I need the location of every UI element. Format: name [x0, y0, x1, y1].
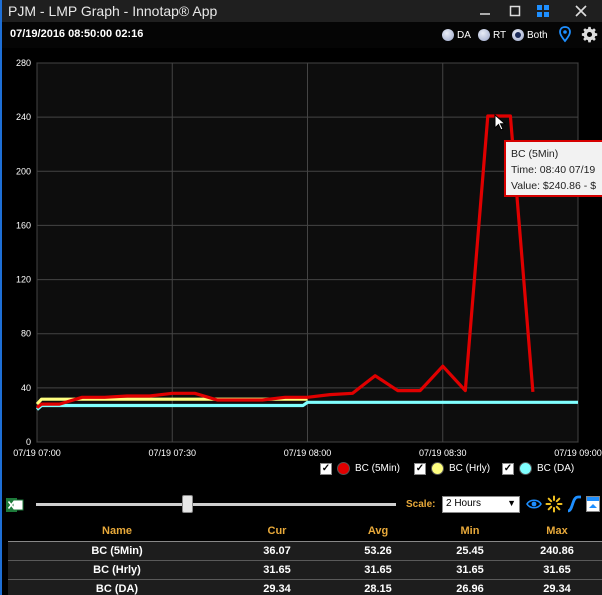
- radio-rt-label: RT: [493, 29, 507, 41]
- lmp-stats-table: Name Cur Avg Min Max BC (5Min) 36.07 53.…: [8, 520, 602, 595]
- legend-item-bc-hrly[interactable]: ✓ BC (Hrly): [414, 462, 490, 475]
- x-tick-label: 07/19 08:30: [419, 448, 467, 458]
- minimize-button[interactable]: [472, 0, 498, 22]
- smooth-curve-icon[interactable]: [566, 495, 582, 513]
- cell-min: 25.45: [456, 545, 484, 557]
- lmp-line-chart[interactable]: 0 40 80 120 160 200 240 280 07/19 07:00 07/19 07:…: [2, 48, 602, 463]
- header-min: Min: [460, 524, 480, 537]
- cell-avg: 28.15: [364, 583, 392, 595]
- scale-label: Scale:: [406, 499, 436, 510]
- cell-min: 31.65: [456, 564, 484, 576]
- excel-export-icon[interactable]: [6, 496, 24, 514]
- table-row[interactable]: BC (DA) 29.34 28.15 26.96 29.34: [8, 580, 602, 595]
- y-tick-label: 120: [16, 275, 31, 285]
- cell-name: BC (5Min): [91, 545, 143, 557]
- y-tick-label: 240: [16, 112, 31, 122]
- y-tick-label: 40: [21, 383, 31, 393]
- cell-name: BC (Hrly): [93, 564, 141, 576]
- table-row[interactable]: BC (Hrly) 31.65 31.65 31.65 31.65: [8, 561, 602, 580]
- time-slider-track[interactable]: [36, 503, 396, 506]
- datetime-display: 07/19/2016 08:50:00 02:16: [10, 28, 144, 40]
- refresh-spinner-icon[interactable]: [545, 495, 563, 513]
- cell-cur: 29.34: [263, 583, 291, 595]
- chart-tooltip: BC (5Min) Time: 08:40 07/19 Value: $240.…: [504, 140, 602, 197]
- legend-item-bc-da[interactable]: ✓ BC (DA): [502, 462, 574, 475]
- minimize-icon: [480, 13, 490, 15]
- y-tick-label: 200: [16, 166, 31, 176]
- time-slider-thumb[interactable]: [182, 495, 194, 513]
- legend-checkbox-bc-hrly[interactable]: ✓: [414, 462, 426, 475]
- maximize-button[interactable]: [502, 0, 528, 22]
- radio-both-dot: [512, 29, 524, 41]
- panel-toggle-icon[interactable]: [586, 496, 600, 512]
- scale-select[interactable]: 2 Hours ▼: [442, 496, 520, 513]
- cell-max: 240.86: [540, 545, 574, 557]
- info-bar: 07/19/2016 08:50:00 02:16 DA RT Both: [2, 22, 602, 48]
- tooltip-series-name: BC (5Min): [511, 148, 559, 160]
- table-header-row: Name Cur Avg Min Max: [8, 520, 602, 542]
- legend-item-bc-5min[interactable]: ✓ BC (5Min): [320, 462, 400, 475]
- gear-icon[interactable]: [581, 26, 598, 43]
- legend-swatch-bc-hrly: [431, 462, 444, 475]
- location-pin-icon[interactable]: [559, 26, 571, 43]
- radio-rt[interactable]: RT: [478, 29, 506, 41]
- table-row[interactable]: BC (5Min) 36.07 53.26 25.45 240.86: [8, 542, 602, 561]
- chevron-down-icon: ▼: [507, 498, 516, 508]
- legend-swatch-bc-5min: [337, 462, 350, 475]
- cell-cur: 36.07: [263, 545, 291, 557]
- legend-label-bc-da: BC (DA): [537, 463, 575, 474]
- app-window: PJM - LMP Graph - Innotap® App 07/19/201…: [0, 0, 602, 595]
- tooltip-value: Value: $240.86 - $: [511, 180, 597, 192]
- radio-both[interactable]: Both: [512, 29, 548, 41]
- radio-da-dot: [442, 29, 454, 41]
- lmp-chart-area: 0 40 80 120 160 200 240 280 07/19 07:00 07/19 07:…: [2, 48, 602, 488]
- close-icon: [575, 5, 587, 17]
- cell-avg: 31.65: [364, 564, 392, 576]
- window-title: PJM - LMP Graph - Innotap® App: [8, 3, 218, 19]
- cell-avg: 53.26: [364, 545, 392, 557]
- radio-da[interactable]: DA: [442, 29, 471, 41]
- eye-icon[interactable]: [526, 498, 542, 510]
- cell-max: 31.65: [543, 564, 571, 576]
- maximize-icon: [509, 5, 521, 17]
- scale-select-value: 2 Hours: [446, 498, 482, 509]
- radio-da-label: DA: [457, 29, 471, 41]
- close-button[interactable]: [568, 0, 594, 22]
- cell-max: 29.34: [543, 583, 571, 595]
- header-avg: Avg: [367, 524, 389, 537]
- cell-cur: 31.65: [263, 564, 291, 576]
- y-tick-label: 80: [21, 329, 31, 339]
- legend-label-bc-5min: BC (5Min): [355, 463, 401, 474]
- x-tick-label: 07/19 07:30: [148, 448, 196, 458]
- legend-checkbox-bc-da[interactable]: ✓: [502, 462, 514, 475]
- y-tick-label: 280: [16, 58, 31, 68]
- header-cur: Cur: [267, 524, 287, 537]
- bottom-toolbar: Scale: 2 Hours ▼: [2, 492, 602, 518]
- cell-name: BC (DA): [95, 583, 139, 595]
- mouse-cursor-icon: [494, 114, 506, 131]
- legend-swatch-bc-da: [519, 462, 532, 475]
- header-name: Name: [102, 524, 132, 537]
- x-tick-label: 07/19 08:00: [284, 448, 332, 458]
- header-max: Max: [546, 524, 568, 537]
- tooltip-time: Time: 08:40 07/19: [511, 164, 596, 176]
- x-tick-label: 07/19 09:00: [554, 448, 602, 458]
- radio-rt-dot: [478, 29, 490, 41]
- tile-button[interactable]: [530, 0, 556, 22]
- legend-checkbox-bc-5min[interactable]: ✓: [320, 462, 332, 475]
- grid-icon: [537, 5, 549, 17]
- y-tick-label: 0: [26, 437, 31, 447]
- x-tick-label: 07/19 07:00: [13, 448, 61, 458]
- cell-min: 26.96: [456, 583, 484, 595]
- legend-label-bc-hrly: BC (Hrly): [449, 463, 491, 474]
- y-tick-label: 160: [16, 220, 31, 230]
- title-bar: PJM - LMP Graph - Innotap® App: [2, 0, 602, 22]
- radio-both-label: Both: [527, 29, 548, 41]
